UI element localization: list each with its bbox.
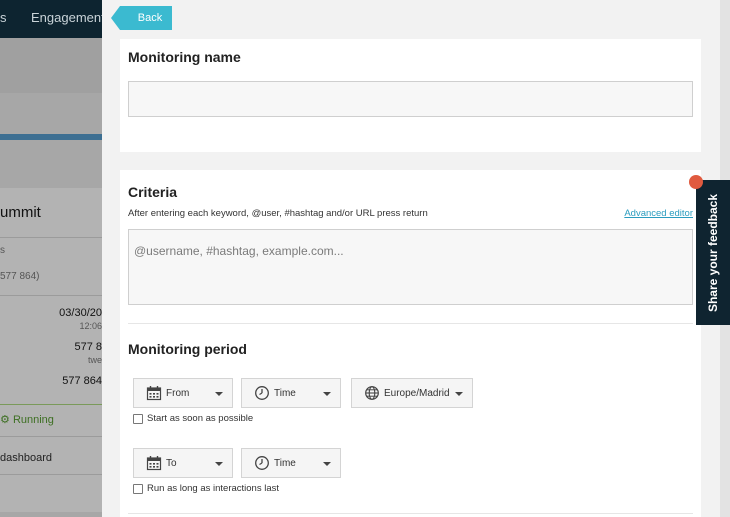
timezone-label: Europe/Madrid xyxy=(384,387,450,399)
background-time: 12:06 xyxy=(79,321,102,331)
notification-dot xyxy=(689,175,703,189)
background-progress-bar xyxy=(0,134,102,140)
to-time-label: Time xyxy=(274,457,296,469)
from-time-select[interactable]: Time xyxy=(241,378,341,408)
background-divider xyxy=(0,404,102,405)
background-nav-item: s xyxy=(0,10,7,25)
background-app: s Engagement ummit s 577 864) 03/30/20 1… xyxy=(0,0,102,517)
background-value-sub: twe xyxy=(87,355,102,365)
background-title: ummit xyxy=(0,204,41,221)
background-dashboard-link: dashboard xyxy=(0,452,52,464)
monitoring-period-title: Monitoring period xyxy=(128,341,247,357)
chevron-down-icon xyxy=(455,392,463,396)
start-asap-checkbox[interactable] xyxy=(133,413,143,424)
chevron-down-icon xyxy=(215,392,223,396)
run-long-label: Run as long as interactions last xyxy=(147,483,280,494)
advanced-editor-link[interactable]: Advanced editor xyxy=(624,208,693,219)
criteria-card: Criteria After entering each keyword, @u… xyxy=(120,170,701,517)
clock-icon xyxy=(254,385,270,401)
timezone-select[interactable]: Europe/Madrid xyxy=(351,378,473,408)
chevron-down-icon xyxy=(323,392,331,396)
globe-icon xyxy=(364,385,380,401)
background-band xyxy=(0,38,102,93)
chevron-down-icon xyxy=(323,462,331,466)
criteria-input[interactable] xyxy=(128,229,693,305)
back-button[interactable]: Back xyxy=(111,6,172,30)
gear-icon: ⚙ xyxy=(0,414,10,426)
run-long-checkbox-row[interactable]: Run as long as interactions last xyxy=(133,483,279,494)
background-divider xyxy=(0,237,102,238)
calendar-icon xyxy=(146,455,162,471)
background-value: 577 8 xyxy=(74,341,102,353)
start-asap-label: Start as soon as possible xyxy=(147,413,254,424)
calendar-icon xyxy=(146,385,162,401)
to-label: To xyxy=(166,457,177,469)
criteria-title: Criteria xyxy=(128,184,178,200)
share-feedback-label: Share your feedback xyxy=(706,193,720,312)
from-label: From xyxy=(166,387,190,399)
background-date: 03/30/20 xyxy=(59,307,102,319)
to-time-select[interactable]: Time xyxy=(241,448,341,478)
background-count: 577 864) xyxy=(0,271,40,282)
clock-icon xyxy=(254,455,270,471)
share-feedback-tab[interactable]: Share your feedback xyxy=(696,180,730,325)
background-divider xyxy=(0,295,102,296)
section-divider xyxy=(128,323,693,324)
background-divider xyxy=(0,474,102,475)
start-asap-checkbox-row[interactable]: Start as soon as possible xyxy=(133,413,253,424)
background-meta: s xyxy=(0,245,5,256)
section-divider xyxy=(128,513,693,514)
chevron-down-icon xyxy=(215,462,223,466)
background-nav-engagement: Engagement xyxy=(31,10,102,25)
to-date-select[interactable]: To xyxy=(133,448,233,478)
background-divider xyxy=(0,436,102,437)
background-status-running: ⚙ Running xyxy=(0,414,54,426)
from-time-label: Time xyxy=(274,387,296,399)
background-value: 577 864 xyxy=(62,375,102,387)
monitoring-name-input[interactable] xyxy=(128,81,693,117)
monitoring-name-card: Monitoring name xyxy=(120,39,701,152)
criteria-hint: After entering each keyword, @user, #has… xyxy=(128,208,428,219)
background-topbar: s Engagement xyxy=(0,0,102,38)
monitoring-name-title: Monitoring name xyxy=(128,49,241,65)
from-date-select[interactable]: From xyxy=(133,378,233,408)
run-long-checkbox[interactable] xyxy=(133,483,143,494)
